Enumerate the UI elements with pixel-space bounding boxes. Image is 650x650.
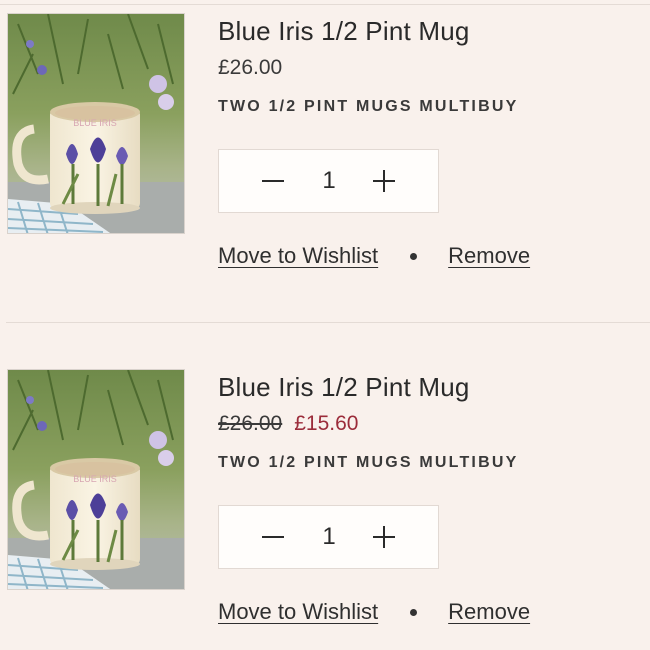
- price-row: £26.00: [218, 56, 282, 80]
- minus-icon: [262, 180, 284, 182]
- minus-icon: [262, 536, 284, 538]
- move-to-wishlist-link[interactable]: Move to Wishlist: [218, 599, 378, 625]
- product-price: £26.00: [218, 56, 283, 79]
- item-actions: Move to Wishlist Remove: [218, 243, 530, 269]
- price-row: £26.00 £15.60: [218, 412, 358, 436]
- quantity-input[interactable]: [309, 506, 349, 568]
- item-actions: Move to Wishlist Remove: [218, 599, 530, 625]
- remove-link[interactable]: Remove: [448, 243, 530, 269]
- quantity-stepper: [218, 149, 439, 213]
- dot-separator: [410, 252, 418, 260]
- decrease-quantity-button[interactable]: [243, 150, 303, 212]
- sale-price: £15.60: [294, 412, 359, 435]
- cart-item: Blue Iris 1/2 Pint Mug £26.00 TWO 1/2 PI…: [0, 0, 650, 300]
- mug-photo: [8, 14, 185, 234]
- mug-photo: [8, 370, 185, 590]
- plus-icon: [373, 526, 395, 548]
- increase-quantity-button[interactable]: [354, 506, 414, 568]
- item-divider: [6, 322, 650, 323]
- original-price: £26.00: [218, 412, 283, 435]
- promo-label: TWO 1/2 PINT MUGS MULTIBUY: [218, 454, 519, 471]
- product-title[interactable]: Blue Iris 1/2 Pint Mug: [218, 16, 470, 47]
- remove-link[interactable]: Remove: [448, 599, 530, 625]
- decrease-quantity-button[interactable]: [243, 506, 303, 568]
- promo-label: TWO 1/2 PINT MUGS MULTIBUY: [218, 98, 519, 115]
- cart-item: Blue Iris 1/2 Pint Mug £26.00 £15.60 TWO …: [0, 356, 650, 650]
- product-image[interactable]: [7, 13, 185, 234]
- quantity-stepper: [218, 505, 439, 569]
- product-title[interactable]: Blue Iris 1/2 Pint Mug: [218, 372, 470, 403]
- quantity-input[interactable]: [309, 150, 349, 212]
- product-image[interactable]: [7, 369, 185, 590]
- increase-quantity-button[interactable]: [354, 150, 414, 212]
- cart-items: Blue Iris 1/2 Pint Mug £26.00 TWO 1/2 PI…: [0, 0, 650, 650]
- move-to-wishlist-link[interactable]: Move to Wishlist: [218, 243, 378, 269]
- plus-icon: [373, 170, 395, 192]
- dot-separator: [410, 608, 418, 616]
